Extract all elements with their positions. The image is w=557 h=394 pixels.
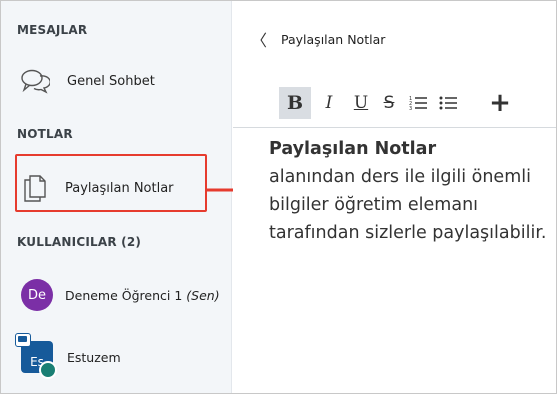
underline-button[interactable]: U [347,87,375,119]
panel-title: Paylaşılan Notlar [281,31,386,47]
ordered-list-icon[interactable]: 1 2 3 [403,87,433,119]
notes-section-title: NOTLAR [17,127,73,141]
user-list-item[interactable]: Es Estuzem [15,333,225,379]
notes-heading: Paylaşılan Notlar [269,139,437,159]
presenter-icon [15,333,31,347]
user-list-item[interactable]: De Deneme Öğrenci 1 (Sen) [21,275,231,315]
shared-notes-panel: 〈 Paylaşılan Notlar B I U S 1 2 3 + Payl… [233,1,556,393]
public-chat-label: Genel Sohbet [67,73,155,89]
user-name: Estuzem [67,349,121,365]
bold-button[interactable]: B [279,87,311,119]
sidebar: MESAJLAR Genel Sohbet NOTLAR Paylaşılan … [1,1,232,393]
self-tag: (Sen) [186,287,220,303]
messages-section-title: MESAJLAR [17,23,88,37]
avatar: De [21,279,53,311]
strikethrough-button[interactable]: S [375,87,403,119]
editor-toolbar: B I U S 1 2 3 + [279,87,557,119]
avatar: Es [15,333,59,379]
svg-text:3: 3 [409,106,412,111]
users-section-title: KULLANICILAR (2) [17,235,142,249]
chevron-left-icon[interactable]: 〈 [251,27,267,51]
highlight-box [15,154,207,212]
notes-editor[interactable]: Paylaşılan Notlar alanından ders ile ilg… [269,135,557,247]
toolbar-divider [233,127,556,128]
chat-bubbles-icon [13,68,57,94]
notes-body: alanından ders ile ilgili önemli bilgile… [269,167,547,243]
panel-header: 〈 Paylaşılan Notlar [251,27,385,51]
italic-button[interactable]: I [311,87,347,119]
insert-plus-button[interactable]: + [485,87,515,119]
bullet-list-icon[interactable] [433,87,463,119]
headset-icon [39,361,57,379]
sidebar-item-public-chat[interactable]: Genel Sohbet [13,61,223,101]
user-name: Deneme Öğrenci 1 (Sen) [65,287,220,303]
